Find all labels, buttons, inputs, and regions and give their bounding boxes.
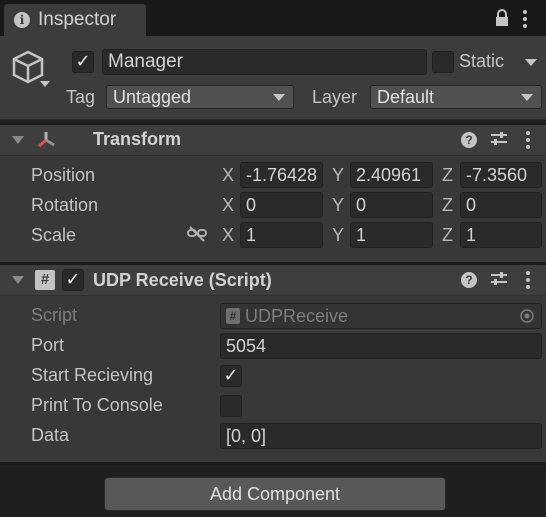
position-y-input[interactable]: 2.40961 (350, 162, 433, 188)
static-dropdown-caret[interactable] (525, 59, 537, 66)
print-to-console-checkbox[interactable] (220, 395, 242, 417)
tag-label: Tag (66, 87, 96, 107)
axis-y-label: Y (332, 225, 345, 245)
active-checkbox[interactable]: ✓ (72, 51, 94, 73)
port-label: Port (31, 335, 65, 355)
script-reference-value: UDPReceive (245, 306, 349, 326)
layer-label: Layer (312, 87, 358, 107)
tag-dropdown[interactable]: Untagged (106, 85, 294, 109)
data-label: Data (31, 425, 70, 445)
component-menu-icon[interactable] (524, 270, 532, 290)
script-hash-icon: # (35, 270, 55, 290)
start-recieving-checkbox[interactable]: ✓ (220, 365, 242, 387)
rotation-x-input[interactable]: 0 (240, 192, 323, 218)
axis-y-label: Y (332, 195, 345, 215)
chevron-down-icon (273, 94, 285, 101)
component-menu-icon[interactable] (524, 130, 532, 150)
script-reference-field[interactable]: UDPReceive (220, 303, 542, 329)
kebab-menu-icon[interactable] (520, 9, 530, 29)
udp-enabled-checkbox[interactable]: ✓ (62, 269, 84, 291)
axis-y-label: Y (332, 165, 345, 185)
tab-label: Inspector (38, 9, 117, 30)
info-icon: i (14, 12, 30, 28)
transform-title: Transform (93, 129, 182, 149)
axis-z-label: Z (442, 195, 453, 215)
scale-x-input[interactable]: 1 (240, 222, 323, 248)
static-checkbox[interactable] (432, 51, 454, 73)
scale-label: Scale (31, 225, 77, 245)
axis-x-label: X (222, 165, 235, 185)
rotation-z-input[interactable]: 0 (460, 192, 542, 218)
static-label: Static (459, 51, 505, 71)
print-to-console-label: Print To Console (31, 395, 163, 415)
chevron-down-icon (521, 94, 533, 101)
help-icon[interactable]: ? (461, 132, 477, 148)
foldout-arrow-icon[interactable] (12, 136, 24, 144)
lock-icon[interactable] (494, 9, 510, 27)
presets-icon[interactable] (490, 130, 508, 148)
unlinked-chain-icon[interactable] (187, 226, 207, 242)
script-label: Script (31, 305, 78, 325)
divider (0, 464, 546, 465)
help-icon[interactable]: ? (461, 272, 477, 288)
object-picker-icon[interactable] (519, 308, 535, 324)
presets-icon[interactable] (490, 270, 508, 288)
start-recieving-label: Start Recieving (31, 365, 154, 385)
tab-inspector[interactable]: i Inspector (4, 4, 146, 36)
tag-value: Untagged (113, 87, 192, 107)
layer-value: Default (377, 87, 435, 107)
rotation-label: Rotation (31, 195, 99, 215)
add-component-button[interactable]: Add Component (104, 477, 446, 511)
position-z-input[interactable]: -7.3560 (460, 162, 542, 188)
script-file-icon: # (226, 308, 240, 324)
axis-z-label: Z (442, 165, 453, 185)
rotation-y-input[interactable]: 0 (350, 192, 433, 218)
layer-dropdown[interactable]: Default (370, 85, 542, 109)
axis-z-label: Z (442, 225, 453, 245)
scale-z-input[interactable]: 1 (460, 222, 542, 248)
udp-receive-title: UDP Receive (Script) (93, 270, 272, 290)
axis-x-label: X (222, 195, 235, 215)
foldout-arrow-icon[interactable] (12, 276, 24, 284)
position-label: Position (31, 165, 96, 185)
position-x-input[interactable]: -1.76428 (240, 162, 323, 188)
transform-axes-icon (34, 128, 58, 150)
port-input[interactable]: 5054 (220, 333, 542, 359)
axis-x-label: X (222, 225, 235, 245)
gameobject-cube-icon[interactable] (10, 48, 54, 90)
gameobject-name-input[interactable]: Manager (102, 49, 427, 75)
data-input[interactable]: [0, 0] (220, 423, 542, 449)
scale-y-input[interactable]: 1 (350, 222, 433, 248)
